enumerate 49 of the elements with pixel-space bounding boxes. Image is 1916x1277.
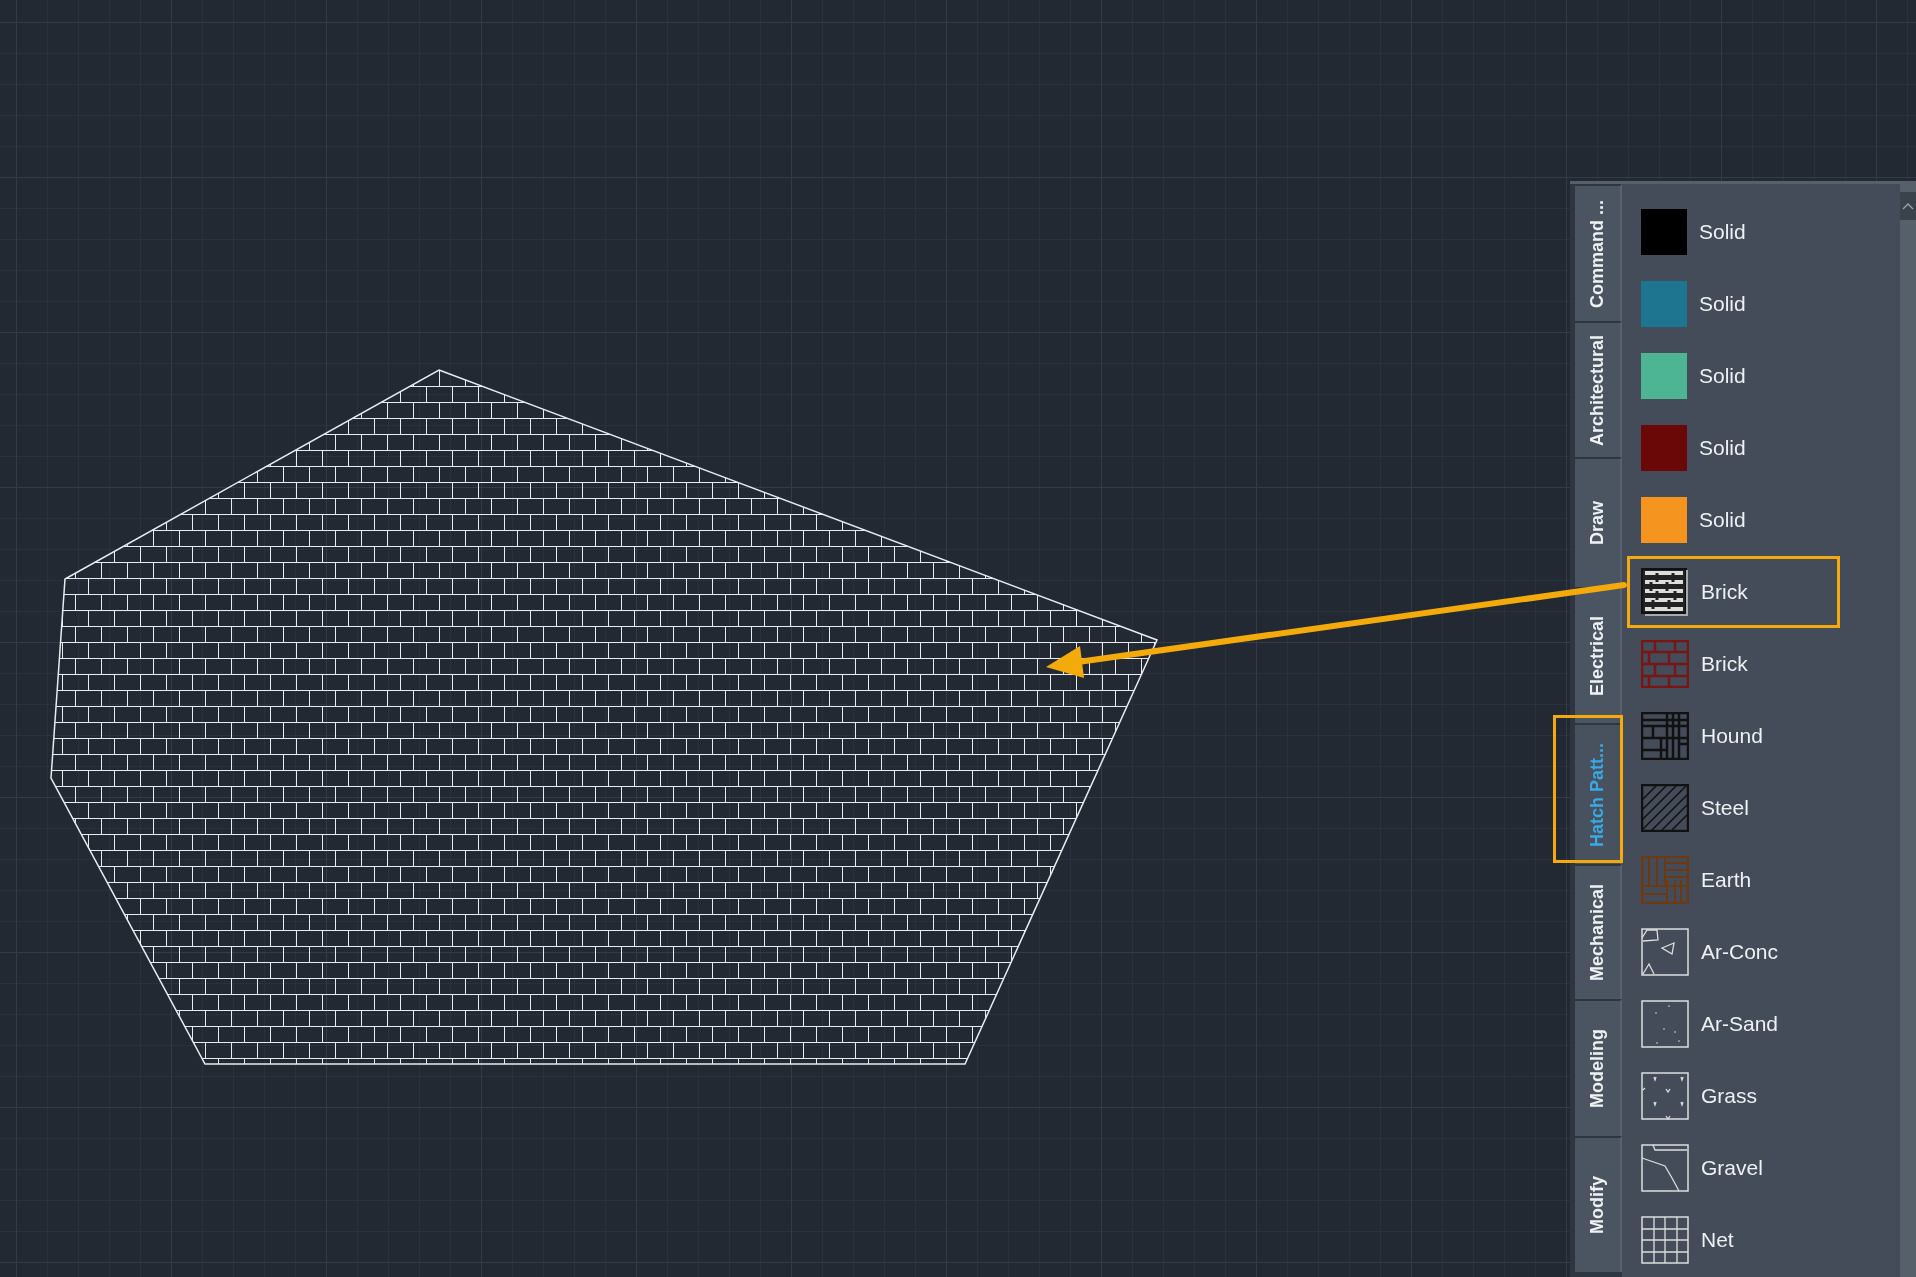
palette-tab[interactable]: Architectural: [1575, 321, 1622, 457]
palette-tab[interactable]: Command ...: [1575, 184, 1622, 321]
hatch-pattern-icon: [1641, 928, 1689, 976]
hatch-pattern-icon: [1641, 568, 1689, 616]
palette-item[interactable]: Solid: [1627, 484, 1840, 556]
pattern-label: Ar-Conc: [1701, 940, 1779, 964]
hatch-pattern-icon: [1641, 712, 1689, 760]
palette-item[interactable]: Gravel: [1627, 1132, 1840, 1204]
pattern-label: Earth: [1701, 868, 1752, 892]
palette-item[interactable]: Solid: [1627, 268, 1840, 340]
palette-item[interactable]: Solid: [1627, 196, 1840, 268]
hatch-pattern-icon: [1641, 1216, 1689, 1264]
pattern-label: Solid: [1699, 292, 1746, 316]
palette-item[interactable]: Earth: [1627, 844, 1840, 916]
palette-item[interactable]: Solid: [1627, 412, 1840, 484]
hatch-pattern-icon: [1641, 1000, 1689, 1048]
palette-item[interactable]: Net: [1627, 1204, 1840, 1276]
palette-item[interactable]: Ar-Conc: [1627, 916, 1840, 988]
palette-tab[interactable]: Mechanical: [1575, 864, 1622, 999]
hatch-pattern-icon: [1641, 640, 1689, 688]
pattern-label: Brick: [1701, 652, 1748, 676]
pattern-label: Steel: [1701, 796, 1749, 820]
pattern-label: Gravel: [1701, 1156, 1763, 1180]
palette-item[interactable]: Brick: [1627, 628, 1840, 700]
pattern-label: Net: [1701, 1228, 1734, 1252]
hatch-pattern-icon: [1641, 784, 1689, 832]
pattern-label: Brick: [1701, 580, 1748, 604]
pattern-label: Ar-Sand: [1701, 1012, 1779, 1036]
palette-item[interactable]: Solid: [1627, 340, 1840, 412]
hatch-pattern-icon: [1641, 856, 1689, 904]
scroll-up-icon[interactable]: [1900, 192, 1916, 220]
palette-tab[interactable]: Draw: [1575, 457, 1622, 587]
palette-tab[interactable]: Electrical: [1575, 587, 1622, 723]
pattern-label: Solid: [1699, 436, 1746, 460]
palette-item[interactable]: Ar-Sand: [1627, 988, 1840, 1060]
scrollbar[interactable]: [1900, 184, 1916, 1277]
pattern-label: Hound: [1701, 724, 1763, 748]
pattern-label: Solid: [1699, 220, 1746, 244]
palette-tab[interactable]: Modify: [1575, 1136, 1622, 1272]
palette-tab[interactable]: Modeling: [1575, 999, 1622, 1136]
pattern-label: Solid: [1699, 364, 1746, 388]
hatch-pattern-icon: [1641, 1144, 1689, 1192]
palette-item[interactable]: Hound: [1627, 700, 1840, 772]
palette-item[interactable]: Grass: [1627, 1060, 1840, 1132]
hatch-pattern-icon: [1641, 1072, 1689, 1120]
pattern-label: Solid: [1699, 508, 1746, 532]
palette-item[interactable]: Brick: [1627, 556, 1840, 628]
palette-item[interactable]: Steel: [1627, 772, 1840, 844]
pattern-label: Grass: [1701, 1084, 1757, 1108]
